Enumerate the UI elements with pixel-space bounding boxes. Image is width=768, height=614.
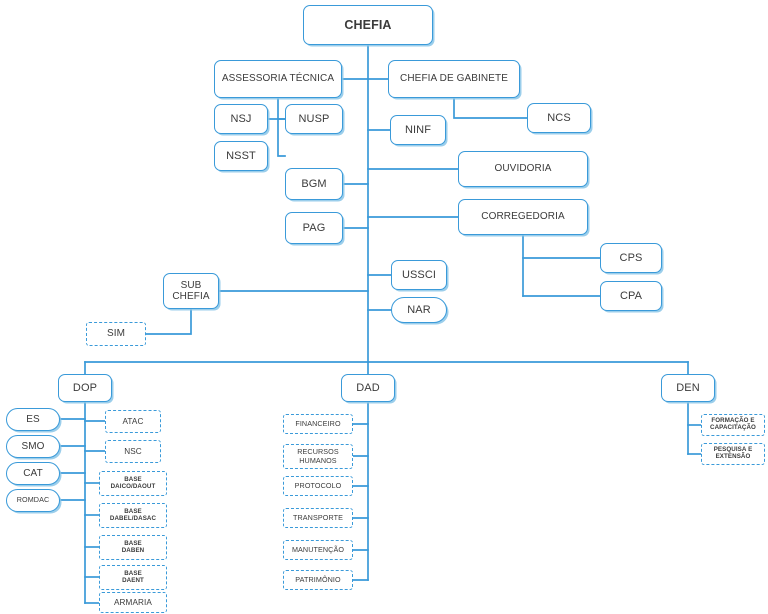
org-node-label-sub-chefia: SUB CHEFIA	[172, 279, 210, 302]
org-node-label-ninf: NINF	[404, 123, 432, 136]
org-node-label-den: DEN	[676, 381, 700, 394]
org-node-financeiro[interactable]: FINANCEIRO	[283, 414, 353, 434]
connector-subchefia-to-sim	[145, 308, 192, 335]
org-node-label-armaria: ARMARIA	[113, 597, 152, 607]
org-node-label-cat: CAT	[23, 467, 43, 479]
org-node-label-smo: SMO	[21, 440, 45, 452]
org-node-label-protocolo: PROTOCOLO	[294, 480, 342, 490]
org-node-manutencao[interactable]: MANUTENÇÃO	[283, 540, 353, 560]
org-node-label-cpa: CPA	[619, 289, 643, 302]
org-node-label-transporte: TRANSPORTE	[293, 512, 343, 522]
org-node-label-financeiro: FINANCEIRO	[295, 418, 341, 428]
org-node-label-nsst: NSST	[226, 149, 256, 162]
org-node-base-daico[interactable]: BASE DAICO/DAOUT	[99, 471, 167, 496]
org-node-label-base-daben: BASE DABEN	[121, 539, 145, 554]
org-node-label-sim: SIM	[106, 328, 126, 340]
org-node-den[interactable]: DEN	[661, 374, 715, 402]
org-node-base-daent[interactable]: BASE DAENT	[99, 565, 167, 590]
org-node-label-manutencao: MANUTENÇÃO	[291, 544, 345, 554]
org-node-romdac[interactable]: ROMDAC	[6, 489, 60, 512]
org-node-transporte[interactable]: TRANSPORTE	[283, 508, 353, 528]
org-node-label-nsc: NSC	[124, 446, 142, 456]
org-node-sub-chefia[interactable]: SUB CHEFIA	[163, 273, 219, 309]
org-node-nsst[interactable]: NSST	[214, 141, 268, 171]
org-node-label-base-dabel: BASE DABEL/DASAC	[109, 507, 157, 522]
connector-gabinete-to-ncs	[453, 97, 528, 119]
org-node-label-atac: ATAC	[122, 416, 144, 426]
org-node-label-base-daent: BASE DAENT	[122, 569, 144, 584]
org-node-dop[interactable]: DOP	[58, 374, 112, 402]
org-node-label-assessoria: ASSESSORIA TÉCNICA	[221, 73, 335, 85]
org-node-atac[interactable]: ATAC	[105, 410, 161, 433]
org-node-ussci[interactable]: USSCI	[391, 260, 447, 290]
org-node-nusp[interactable]: NUSP	[285, 104, 343, 134]
org-node-bgm[interactable]: BGM	[285, 168, 343, 200]
org-node-label-chefia-gabinete: CHEFIA DE GABINETE	[400, 73, 508, 85]
org-node-label-patrimonio: PATRIMÔNIO	[295, 574, 341, 584]
org-node-formacao[interactable]: FORMAÇÃO E CAPACITAÇÃO	[701, 414, 765, 436]
org-node-nsj[interactable]: NSJ	[214, 104, 268, 134]
org-node-cps[interactable]: CPS	[600, 243, 662, 273]
org-node-label-dop: DOP	[72, 381, 98, 394]
org-node-label-romdac: ROMDAC	[16, 495, 50, 505]
org-node-label-pesquisa: PESQUISA E EXTENSÃO	[713, 446, 753, 460]
org-node-chefia[interactable]: CHEFIA	[303, 5, 433, 45]
org-node-label-nar: NAR	[407, 303, 431, 316]
org-node-pag[interactable]: PAG	[285, 212, 343, 244]
org-node-label-corregedoria: CORREGEDORIA	[481, 211, 565, 223]
org-node-protocolo[interactable]: PROTOCOLO	[283, 476, 353, 496]
org-node-label-nsj: NSJ	[230, 112, 252, 125]
org-node-armaria[interactable]: ARMARIA	[99, 592, 167, 613]
org-node-label-chefia: CHEFIA	[344, 18, 392, 32]
org-node-cpa[interactable]: CPA	[600, 281, 662, 311]
org-chart: CHEFIA ASSESSORIA TÉCNICA CHEFIA DE GABINE…	[0, 0, 768, 614]
org-node-sim[interactable]: SIM	[86, 322, 146, 346]
org-node-ninf[interactable]: NINF	[390, 115, 446, 145]
org-node-corregedoria[interactable]: CORREGEDORIA	[458, 199, 588, 235]
org-node-label-bgm: BGM	[301, 177, 327, 190]
org-node-patrimonio[interactable]: PATRIMÔNIO	[283, 570, 353, 590]
org-node-es[interactable]: ES	[6, 408, 60, 431]
org-node-label-base-daico: BASE DAICO/DAOUT	[110, 475, 156, 490]
org-node-label-recursos-humanos: RECURSOS HUMANOS	[297, 447, 339, 465]
org-node-ouvidoria[interactable]: OUVIDORIA	[458, 151, 588, 187]
org-node-label-ussci: USSCI	[401, 268, 437, 281]
org-node-label-dad: DAD	[356, 381, 380, 394]
org-node-cat[interactable]: CAT	[6, 462, 60, 485]
org-node-label-cps: CPS	[619, 251, 643, 264]
org-node-nsc[interactable]: NSC	[105, 440, 161, 463]
org-node-base-dabel[interactable]: BASE DABEL/DASAC	[99, 503, 167, 528]
org-node-smo[interactable]: SMO	[6, 435, 60, 458]
org-node-label-ouvidoria: OUVIDORIA	[494, 163, 552, 175]
org-node-recursos-humanos[interactable]: RECURSOS HUMANOS	[283, 444, 353, 469]
org-node-nar[interactable]: NAR	[391, 297, 447, 323]
org-node-label-pag: PAG	[302, 221, 326, 234]
connector-assessoria-drop	[277, 97, 286, 157]
org-node-label-formacao: FORMAÇÃO E CAPACITAÇÃO	[710, 417, 756, 431]
org-node-pesquisa[interactable]: PESQUISA E EXTENSÃO	[701, 443, 765, 465]
org-node-ncs[interactable]: NCS	[527, 103, 591, 133]
org-node-assessoria[interactable]: ASSESSORIA TÉCNICA	[214, 60, 342, 98]
org-node-label-ncs: NCS	[547, 111, 571, 124]
org-node-label-nusp: NUSP	[298, 112, 330, 125]
org-node-label-es: ES	[26, 413, 40, 425]
org-node-base-daben[interactable]: BASE DABEN	[99, 535, 167, 560]
org-node-chefia-gabinete[interactable]: CHEFIA DE GABINETE	[388, 60, 520, 98]
org-node-dad[interactable]: DAD	[341, 374, 395, 402]
